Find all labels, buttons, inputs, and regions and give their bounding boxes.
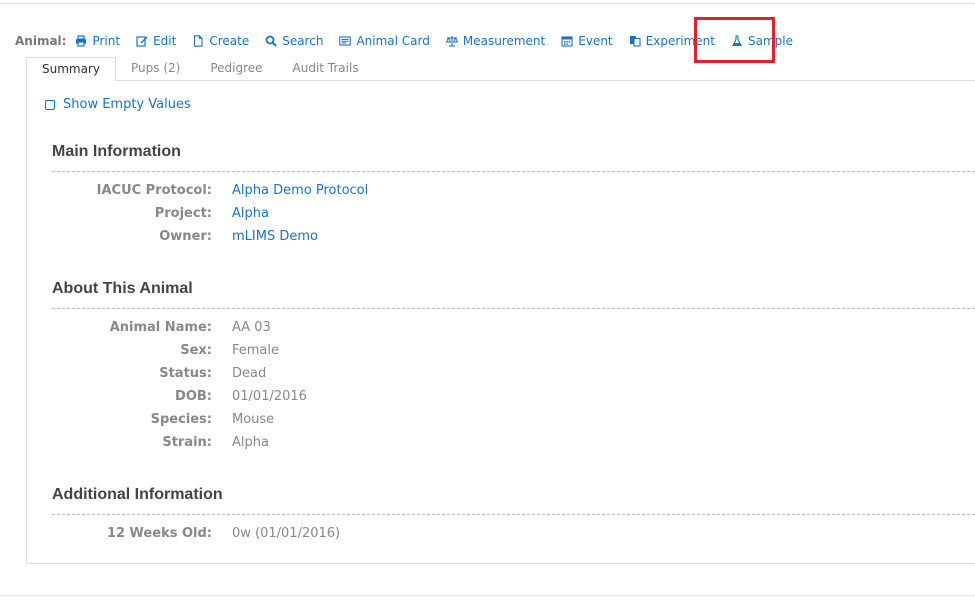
owner-link[interactable]: mLIMS Demo [232, 229, 318, 247]
field-label: Strain: [162, 435, 212, 450]
field-label: Owner: [159, 229, 212, 244]
field-label: Animal Name: [109, 320, 212, 335]
detail-row-status: Status: Dead [52, 366, 266, 384]
detail-row-dob: DOB: 01/01/2016 [52, 389, 307, 407]
sample-highlight-box [694, 17, 775, 63]
measurement-label: Measurement [462, 34, 546, 48]
tab-bar: Summary Pups (2) Pedigree Audit Trails [26, 57, 374, 81]
species-value: Mouse [232, 412, 275, 427]
checkbox-icon[interactable] [45, 99, 55, 110]
event-label: Event [578, 34, 613, 48]
detail-row-species: Species: Mouse [52, 412, 275, 430]
search-icon [265, 35, 277, 47]
toolbar-label: Animal: [15, 34, 67, 48]
tab-pedigree[interactable]: Pedigree [195, 57, 277, 81]
edit-button[interactable]: Edit [136, 34, 176, 48]
bottom-divider [0, 595, 975, 596]
detail-row-sex: Sex: Female [52, 343, 279, 361]
detail-row-iacuc-protocol: IACUC Protocol: Alpha Demo Protocol [52, 183, 369, 201]
animal-name-value: AA 03 [232, 320, 271, 335]
iacuc-protocol-link[interactable]: Alpha Demo Protocol [232, 183, 368, 201]
top-divider [0, 3, 975, 4]
tab-summary[interactable]: Summary [26, 57, 116, 81]
calendar-icon [561, 35, 573, 47]
about-animal-title: About This Animal [52, 280, 193, 297]
create-label: Create [209, 34, 250, 48]
field-label: Project: [154, 206, 212, 221]
detail-row-project: Project: Alpha [52, 206, 269, 224]
field-label: DOB: [175, 389, 212, 404]
field-label: Status: [159, 366, 212, 381]
section-divider [52, 308, 975, 309]
search-button[interactable]: Search [265, 34, 323, 48]
detail-row-owner: Owner: mLIMS Demo [52, 229, 318, 247]
edit-icon [136, 35, 148, 47]
status-value: Dead [232, 366, 267, 381]
show-empty-values-label: Show Empty Values [63, 97, 191, 112]
detail-row-12-weeks-old: 12 Weeks Old: 0w (01/01/2016) [52, 526, 340, 544]
section-divider [52, 514, 975, 515]
dob-value: 01/01/2016 [232, 389, 307, 404]
print-label: Print [92, 34, 121, 48]
strain-value: Alpha [232, 435, 269, 450]
animal-toolbar: Animal: Print Edit Create Search Animal … [15, 33, 809, 49]
field-label: Sex: [180, 343, 212, 358]
animal-card-button[interactable]: Animal Card [339, 34, 430, 48]
print-icon [75, 35, 87, 47]
search-label: Search [282, 34, 324, 48]
detail-row-strain: Strain: Alpha [52, 435, 269, 453]
section-divider [52, 171, 975, 172]
balance-scale-icon [445, 35, 458, 47]
show-empty-values-toggle[interactable]: Show Empty Values [45, 97, 191, 112]
file-icon [192, 35, 204, 47]
edit-label: Edit [153, 34, 177, 48]
field-label: Species: [150, 412, 212, 427]
event-button[interactable]: Event [561, 34, 613, 48]
12-weeks-old-value: 0w (01/01/2016) [232, 526, 341, 541]
sex-value: Female [232, 343, 280, 358]
measurement-button[interactable]: Measurement [445, 34, 546, 48]
field-label: IACUC Protocol: [96, 183, 212, 198]
animal-card-label: Animal Card [356, 34, 430, 48]
project-link[interactable]: Alpha [232, 206, 269, 224]
copy-icon [629, 35, 641, 47]
print-button[interactable]: Print [75, 34, 120, 48]
additional-information-title: Additional Information [52, 486, 223, 503]
field-label: 12 Weeks Old: [106, 526, 212, 541]
create-button[interactable]: Create [192, 34, 249, 48]
tab-audit-trails[interactable]: Audit Trails [278, 57, 374, 81]
tab-pups[interactable]: Pups (2) [116, 57, 195, 81]
card-icon [339, 35, 352, 47]
main-information-title: Main Information [52, 143, 181, 160]
detail-row-animal-name: Animal Name: AA 03 [52, 320, 271, 338]
